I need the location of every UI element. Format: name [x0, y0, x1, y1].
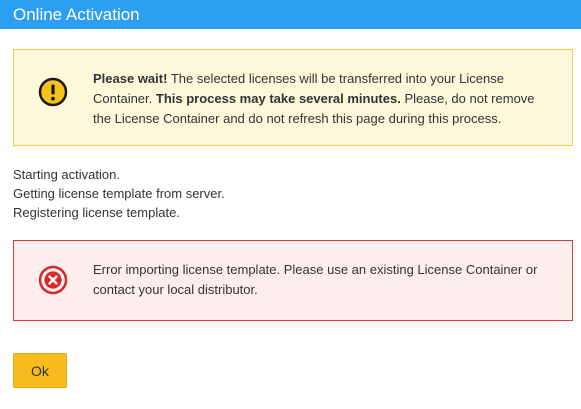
warning-message: Please wait! The selected licenses will … — [93, 69, 554, 129]
exclamation-circle-icon — [38, 77, 68, 107]
status-line: Starting activation. — [13, 167, 120, 182]
status-line: Getting license template from server. — [13, 186, 225, 201]
status-line: Registering license template. — [13, 205, 180, 220]
window-title: Online Activation — [13, 5, 140, 24]
status-log: Starting activation. Getting license tem… — [13, 165, 225, 222]
x-circle-icon — [38, 265, 68, 295]
error-message: Error importing license template. Please… — [93, 262, 538, 297]
error-panel: Error importing license template. Please… — [13, 240, 573, 321]
warning-panel: Please wait! The selected licenses will … — [13, 49, 573, 146]
window-title-bar: Online Activation — [0, 0, 581, 29]
ok-button[interactable]: Ok — [13, 353, 67, 388]
warning-emphasis: This process may take several minutes. — [155, 91, 401, 106]
warning-lead: Please wait! — [93, 71, 168, 86]
